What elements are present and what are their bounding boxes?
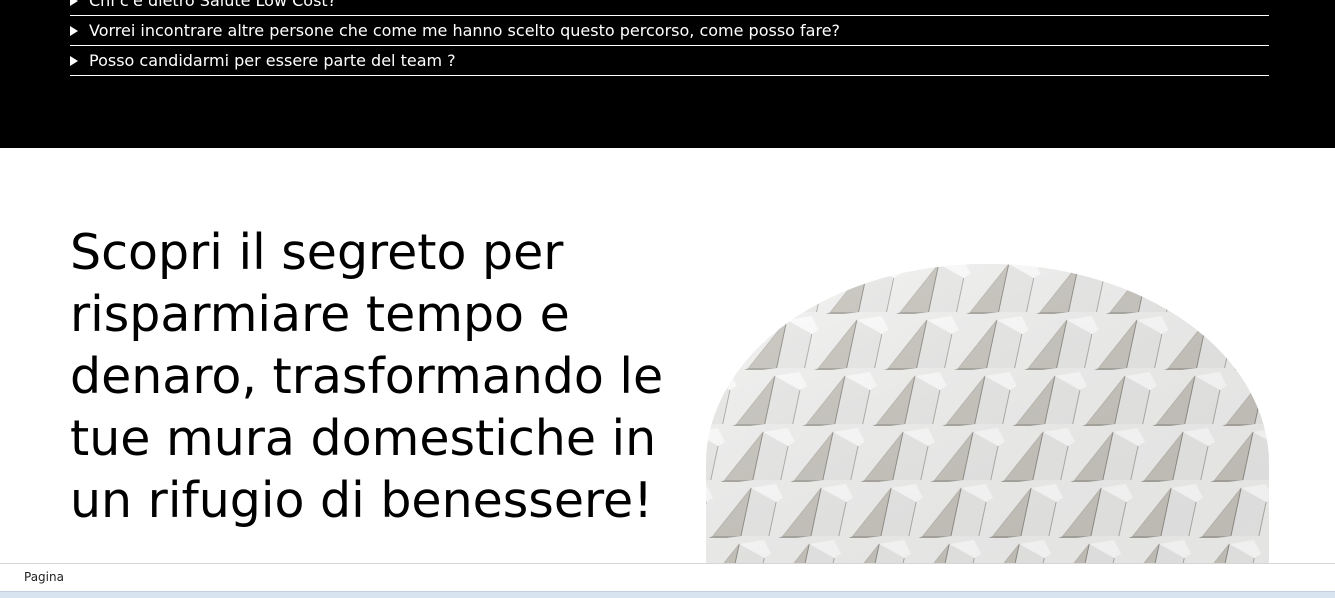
faq-item-team-behind[interactable]: Chi c'è dietro Salute Low Cost?	[70, 0, 1269, 16]
faq-item-meet-people[interactable]: Vorrei incontrare altre persone che come…	[70, 16, 1269, 46]
caret-right-icon	[70, 25, 78, 36]
hero-image	[706, 264, 1269, 564]
taskbar-strip	[0, 591, 1335, 598]
faq-question: Vorrei incontrare altre persone che come…	[89, 21, 841, 40]
caret-right-icon	[70, 0, 78, 6]
architectural-pattern-image	[706, 264, 1269, 564]
faq-section: Chi c'è dietro Salute Low Cost? Vorrei i…	[0, 0, 1335, 148]
hero-title: Scopri il segreto per risparmiare tempo …	[70, 224, 664, 529]
faq-question: Posso candidarmi per essere parte del te…	[89, 51, 456, 70]
status-bar: Pagina	[0, 563, 1335, 591]
faq-question: Chi c'è dietro Salute Low Cost?	[89, 0, 337, 10]
status-label: Pagina	[24, 570, 64, 584]
faq-item-join-team[interactable]: Posso candidarmi per essere parte del te…	[70, 46, 1269, 76]
caret-right-icon	[70, 55, 78, 66]
